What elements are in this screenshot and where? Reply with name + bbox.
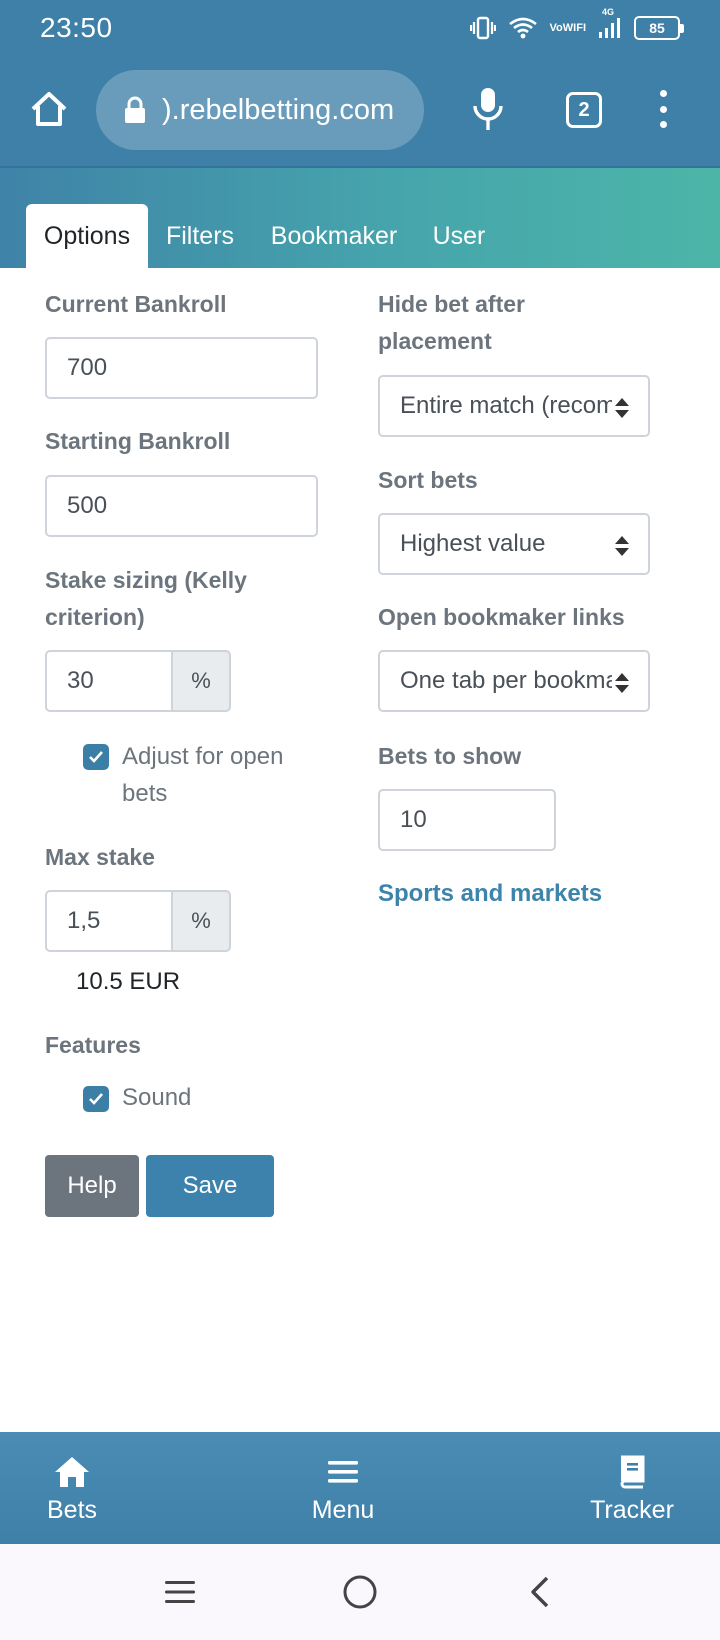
max-stake-label: Max stake	[45, 844, 155, 870]
current-bankroll-input[interactable]: 700	[45, 337, 318, 399]
hamburger-icon	[327, 1454, 359, 1490]
max-stake-input[interactable]: 1,5	[45, 890, 173, 952]
select-arrows-icon	[615, 673, 629, 693]
hide-bet-label-line1: Hide bet after	[378, 291, 525, 317]
home-button[interactable]	[26, 86, 72, 132]
help-button[interactable]: Help	[45, 1155, 139, 1217]
checkmark-icon	[89, 751, 103, 763]
more-dot-icon	[659, 121, 667, 128]
browser-menu-button[interactable]	[648, 86, 678, 132]
recents-icon	[165, 1581, 195, 1603]
hide-bet-select[interactable]: Entire match (recommended)	[378, 375, 650, 437]
stake-sizing-input[interactable]: 30	[45, 650, 173, 712]
nav-tracker[interactable]: Tracker	[586, 1454, 678, 1525]
network-top-text: Vo	[549, 21, 563, 34]
bets-to-show-label: Bets to show	[378, 743, 522, 769]
open-links-label: Open bookmaker links	[378, 604, 625, 630]
select-arrows-icon	[615, 398, 629, 418]
sort-bets-select[interactable]: Highest value	[378, 513, 650, 575]
adjust-open-bets-label-line2: bets	[122, 780, 168, 807]
browser-toolbar: ).rebelbetting.com 2	[0, 56, 720, 168]
nav-bets-label: Bets	[46, 1496, 98, 1524]
bets-to-show-input[interactable]: 10	[378, 789, 556, 851]
lock-icon	[125, 96, 145, 123]
features-label: Features	[45, 1032, 141, 1058]
home-icon	[31, 92, 67, 126]
sort-bets-selected: Highest value	[400, 530, 546, 557]
nav-menu[interactable]: Menu	[306, 1454, 380, 1525]
stake-sizing-label-line2: criterion)	[45, 604, 145, 630]
signal-icon: 4G	[598, 7, 622, 40]
back-chevron-icon	[531, 1576, 549, 1608]
sound-label: Sound	[122, 1084, 192, 1111]
tab-switcher-button[interactable]: 2	[566, 92, 602, 128]
tab-bookmaker[interactable]: Bookmaker	[258, 204, 410, 268]
volte-wifi-indicator: Vo WIFI	[549, 21, 586, 34]
starting-bankroll-input[interactable]: 500	[45, 475, 318, 537]
system-back-button[interactable]	[520, 1572, 560, 1612]
app-bottom-nav: Bets Menu Tracker	[0, 1432, 720, 1544]
select-arrows-icon	[615, 536, 629, 556]
tab-count: 2	[578, 98, 590, 121]
open-links-selected: One tab per bookmaker	[400, 667, 612, 694]
circle-home-icon	[343, 1575, 377, 1609]
open-links-select[interactable]: One tab per bookmaker	[378, 650, 650, 712]
sound-checkbox[interactable]	[83, 1086, 109, 1112]
tab-user[interactable]: User	[416, 204, 502, 268]
tab-options[interactable]: Options	[26, 204, 148, 268]
system-navigation-bar	[0, 1544, 720, 1640]
address-bar[interactable]: ).rebelbetting.com	[96, 70, 424, 150]
status-bar: 23:50 Vo WIFI 4G 85	[0, 0, 720, 56]
max-stake-percent-addon: %	[171, 890, 231, 952]
more-dot-icon	[659, 105, 667, 113]
tab-filters[interactable]: Filters	[148, 204, 252, 268]
stake-sizing-label: Stake sizing (Kelly criterion)	[45, 562, 247, 636]
stake-sizing-label-line1: Stake sizing (Kelly	[45, 567, 247, 593]
stake-sizing-percent-addon: %	[171, 650, 231, 712]
sports-and-markets-link[interactable]: Sports and markets	[378, 880, 602, 908]
save-button[interactable]: Save	[146, 1155, 274, 1217]
vibrate-icon	[469, 16, 496, 40]
book-icon	[617, 1454, 647, 1490]
checkmark-icon	[89, 1093, 103, 1105]
status-icons: Vo WIFI 4G 85	[469, 7, 684, 44]
recent-apps-button[interactable]	[160, 1572, 200, 1612]
status-time: 23:50	[40, 12, 113, 43]
hide-bet-selected: Entire match (recommended)	[400, 392, 612, 419]
nav-tracker-label: Tracker	[590, 1496, 674, 1524]
microphone-icon	[473, 88, 503, 130]
max-stake-amount: 10.5 EUR	[76, 968, 181, 995]
battery-level: 85	[649, 20, 665, 36]
starting-bankroll-label: Starting Bankroll	[45, 428, 231, 454]
more-dot-icon	[659, 90, 667, 97]
current-bankroll-label: Current Bankroll	[45, 291, 227, 317]
adjust-open-bets-label: Adjust for open bets	[122, 738, 283, 812]
adjust-open-bets-label-line1: Adjust for open	[122, 743, 284, 770]
settings-tabs: Options Filters Bookmaker User	[0, 168, 720, 268]
adjust-open-bets-checkbox[interactable]	[83, 744, 109, 770]
hide-bet-label: Hide bet after placement	[378, 286, 525, 360]
home-icon	[53, 1454, 91, 1490]
nav-menu-label: Menu	[311, 1496, 375, 1524]
sort-bets-label: Sort bets	[378, 467, 478, 493]
battery-icon: 85	[634, 16, 684, 40]
signal-label: 4G	[602, 7, 615, 17]
hide-bet-label-line2: placement	[378, 328, 492, 354]
system-home-button[interactable]	[340, 1572, 380, 1612]
voice-search-button[interactable]	[468, 84, 508, 134]
network-bottom-text: WIFI	[562, 21, 586, 34]
nav-bets[interactable]: Bets	[44, 1454, 100, 1525]
wifi-icon	[508, 16, 538, 40]
url-text: ).rebelbetting.com	[162, 93, 395, 126]
